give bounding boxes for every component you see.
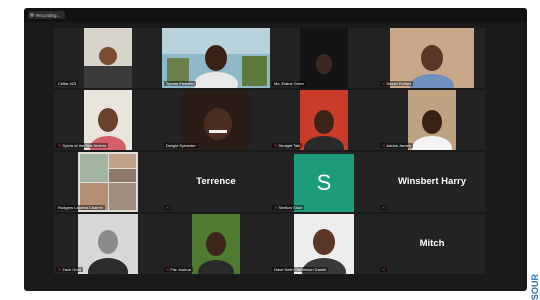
participant-name: ✕ <box>380 205 388 210</box>
participant-name: ✕ Adrian James <box>380 143 413 148</box>
participant-tile-14[interactable]: ✕ Fitz Joshua <box>162 214 270 274</box>
participant-name: ✕ <box>164 205 172 210</box>
participant-name: ✕ Shelton Stout <box>272 205 305 210</box>
participant-name: ✕ Sylvia of the Sea Nickels <box>56 143 109 148</box>
participant-tile-13[interactable]: ✕ Zach Gold <box>54 214 162 274</box>
participant-tile-15[interactable]: Dave Keith Cleminson Daniel <box>270 214 378 274</box>
participant-video <box>408 90 456 150</box>
participant-tile-2[interactable]: Tyrone Fletcher <box>162 28 270 88</box>
participant-display-name: Mitch <box>419 238 445 249</box>
record-icon <box>30 13 34 17</box>
participant-video <box>192 214 240 274</box>
participant-tile-10[interactable]: Terrence ✕ <box>162 152 270 212</box>
zoom-window: Recording... Cellar 423 Tyrone Fletcher … <box>24 8 527 291</box>
participant-tile-6[interactable]: Dwight Sylvester <box>162 90 270 150</box>
participant-name: ✕ Fitz Joshua <box>164 267 193 272</box>
participant-video <box>300 28 348 88</box>
participant-tile-3[interactable]: Ms. Elaine Greer <box>270 28 378 88</box>
participant-tile-4[interactable]: ✕ Susan Forbes <box>378 28 486 88</box>
mic-muted-icon: ✕ <box>58 143 62 148</box>
participant-name: ✕ <box>380 267 388 272</box>
recording-indicator[interactable]: Recording... <box>28 11 66 19</box>
participant-video <box>182 90 250 150</box>
mic-muted-icon: ✕ <box>382 81 386 86</box>
participant-name: ✕ Susan Forbes <box>380 81 414 86</box>
mic-muted-icon: ✕ <box>382 205 386 210</box>
participant-tile-7[interactable]: ✕ Straight Talk <box>270 90 378 150</box>
participant-tile-16[interactable]: Mitch ✕ <box>378 214 486 274</box>
participant-video <box>84 90 132 150</box>
participant-display-name: Winsbert Harry <box>397 176 467 187</box>
participant-tile-8[interactable]: ✕ Adrian James <box>378 90 486 150</box>
participant-name: Rodgers Laurent Chatrell <box>56 205 105 210</box>
edge-watermark-text: SOUR <box>530 273 540 300</box>
recording-label: Recording... <box>36 12 61 18</box>
mic-muted-icon: ✕ <box>166 267 170 272</box>
participant-tile-9[interactable]: Rodgers Laurent Chatrell <box>54 152 162 212</box>
mic-muted-icon: ✕ <box>274 205 278 210</box>
participant-video <box>84 28 132 88</box>
participant-name: Ms. Elaine Greer <box>272 81 307 86</box>
mic-muted-icon: ✕ <box>58 267 62 272</box>
participant-name: Dwight Sylvester <box>164 143 198 148</box>
participant-name: ✕ Straight Talk <box>272 143 303 148</box>
mic-muted-icon: ✕ <box>382 267 386 272</box>
mic-muted-icon: ✕ <box>382 143 386 148</box>
mic-muted-icon: ✕ <box>274 143 278 148</box>
participant-video <box>390 28 474 88</box>
mic-muted-icon: ✕ <box>166 205 170 210</box>
participant-tile-1[interactable]: Cellar 423 <box>54 28 162 88</box>
participant-tile-12[interactable]: Winsbert Harry ✕ <box>378 152 486 212</box>
participant-avatar: S <box>294 154 354 212</box>
participant-name: Dave Keith Cleminson Daniel <box>272 267 329 272</box>
participant-video <box>300 90 348 150</box>
participant-video <box>78 214 138 274</box>
participant-video <box>294 214 354 274</box>
participant-name: Tyrone Fletcher <box>164 81 196 86</box>
participant-tile-5[interactable]: ✕ Sylvia of the Sea Nickels <box>54 90 162 150</box>
participant-video <box>162 28 270 88</box>
participant-video <box>78 152 138 212</box>
participant-name: ✕ Zach Gold <box>56 267 83 272</box>
participant-display-name: Terrence <box>196 176 236 187</box>
participant-name: Cellar 423 <box>56 81 79 86</box>
top-bar: Recording... <box>24 8 527 22</box>
participant-tile-11[interactable]: S ✕ Shelton Stout <box>270 152 378 212</box>
